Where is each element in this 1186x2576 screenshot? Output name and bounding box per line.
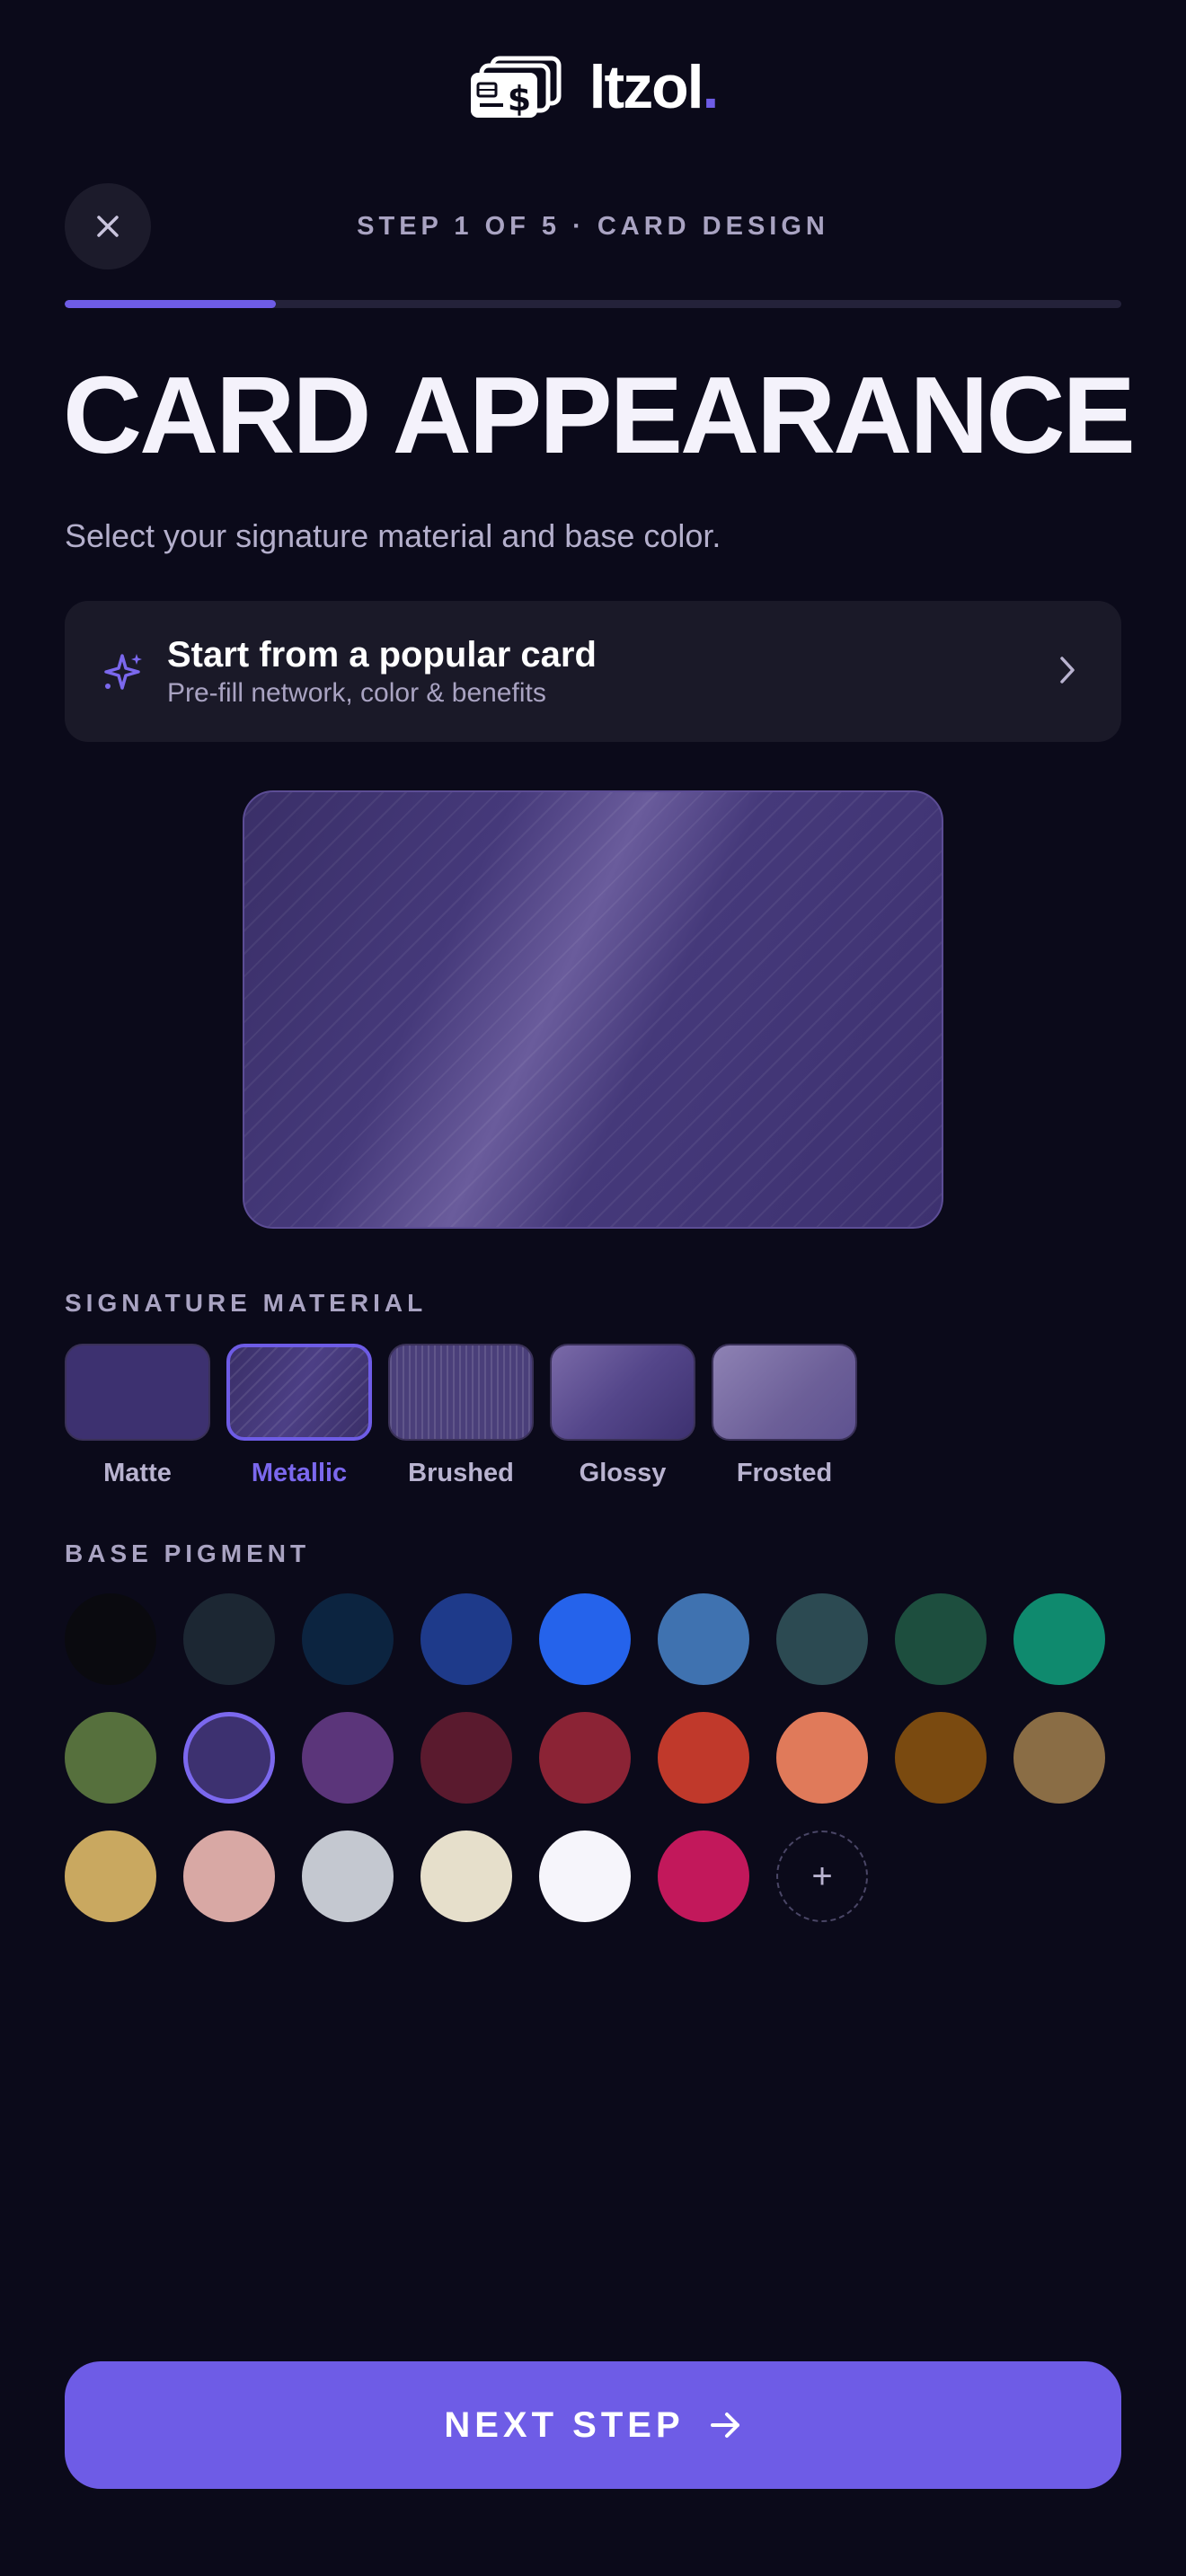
pigment-swatch[interactable] — [539, 1712, 631, 1804]
material-option-brushed[interactable]: Brushed — [388, 1344, 534, 1488]
material-option-matte[interactable]: Matte — [65, 1344, 210, 1488]
sparkle-icon — [104, 654, 142, 690]
pigment-swatch[interactable] — [65, 1831, 156, 1922]
material-section-label: SIGNATURE MATERIAL — [65, 1289, 428, 1317]
material-option-metallic[interactable]: Metallic — [226, 1344, 372, 1488]
svg-text:$: $ — [507, 79, 530, 119]
pigment-swatch[interactable] — [1013, 1593, 1105, 1685]
material-option-glossy[interactable]: Glossy — [550, 1344, 695, 1488]
chevron-right-icon — [1060, 657, 1075, 684]
next-step-button[interactable]: NEXT STEP — [65, 2361, 1121, 2489]
brand-name: ltzol. — [589, 52, 720, 122]
pigment-swatch[interactable] — [302, 1712, 394, 1804]
page-title: CARD APPEARANCE — [63, 354, 1136, 476]
next-step-label: NEXT STEP — [444, 2404, 685, 2445]
pigment-swatch[interactable] — [658, 1712, 749, 1804]
material-swatch — [388, 1344, 534, 1441]
card-preview — [243, 790, 943, 1229]
pigment-swatch[interactable] — [658, 1831, 749, 1922]
pigment-swatch[interactable] — [1013, 1712, 1105, 1804]
pigment-swatch[interactable] — [539, 1593, 631, 1685]
material-swatch — [65, 1344, 210, 1441]
app-logo: $ ltzol. — [0, 52, 1186, 122]
wallet-cards-icon: $ — [470, 56, 562, 119]
material-label: Brushed — [408, 1459, 514, 1487]
progress-bar — [65, 300, 1121, 308]
step-indicator: STEP 1 OF 5 · CARD DESIGN — [357, 212, 829, 241]
pigment-grid: + — [65, 1593, 1121, 1922]
pigment-swatch[interactable] — [895, 1712, 987, 1804]
pigment-swatch[interactable] — [658, 1593, 749, 1685]
page-subtitle: Select your signature material and base … — [65, 517, 721, 554]
pigment-section-label: BASE PIGMENT — [65, 1539, 311, 1567]
pigment-swatch[interactable] — [65, 1712, 156, 1804]
pigment-swatch[interactable] — [183, 1831, 275, 1922]
pigment-swatch[interactable] — [183, 1593, 275, 1685]
pigment-swatch[interactable] — [420, 1593, 512, 1685]
brand-wordmark: ltzol — [589, 53, 704, 121]
material-option-frosted[interactable]: Frosted — [712, 1344, 857, 1488]
progress-fill — [65, 300, 277, 308]
pigment-swatch[interactable] — [183, 1712, 275, 1804]
popular-card-title: Start from a popular card — [167, 635, 597, 675]
plus-icon: + — [811, 1856, 833, 1896]
pigment-swatch[interactable] — [65, 1593, 156, 1685]
arrow-right-icon — [710, 2413, 739, 2438]
material-options: Matte Metallic Brushed Glossy Frosted — [65, 1344, 857, 1488]
pigment-swatch[interactable] — [776, 1712, 868, 1804]
pigment-swatch[interactable] — [302, 1831, 394, 1922]
pigment-swatch[interactable] — [539, 1831, 631, 1922]
material-label: Glossy — [579, 1459, 667, 1487]
material-label: Matte — [103, 1459, 172, 1487]
add-pigment-button[interactable]: + — [776, 1831, 868, 1922]
material-swatch — [226, 1344, 372, 1441]
material-label: Metallic — [251, 1459, 348, 1487]
pigment-swatch[interactable] — [302, 1593, 394, 1685]
pigment-swatch[interactable] — [776, 1593, 868, 1685]
pigment-swatch[interactable] — [420, 1712, 512, 1804]
popular-card-button[interactable]: Start from a popular card Pre-fill netwo… — [65, 601, 1121, 742]
material-swatch — [712, 1344, 857, 1441]
popular-card-subtitle: Pre-fill network, color & benefits — [167, 678, 546, 708]
material-swatch — [550, 1344, 695, 1441]
pigment-swatch[interactable] — [420, 1831, 512, 1922]
material-label: Frosted — [736, 1459, 833, 1487]
pigment-swatch[interactable] — [895, 1593, 987, 1685]
brand-dot: . — [702, 53, 720, 121]
